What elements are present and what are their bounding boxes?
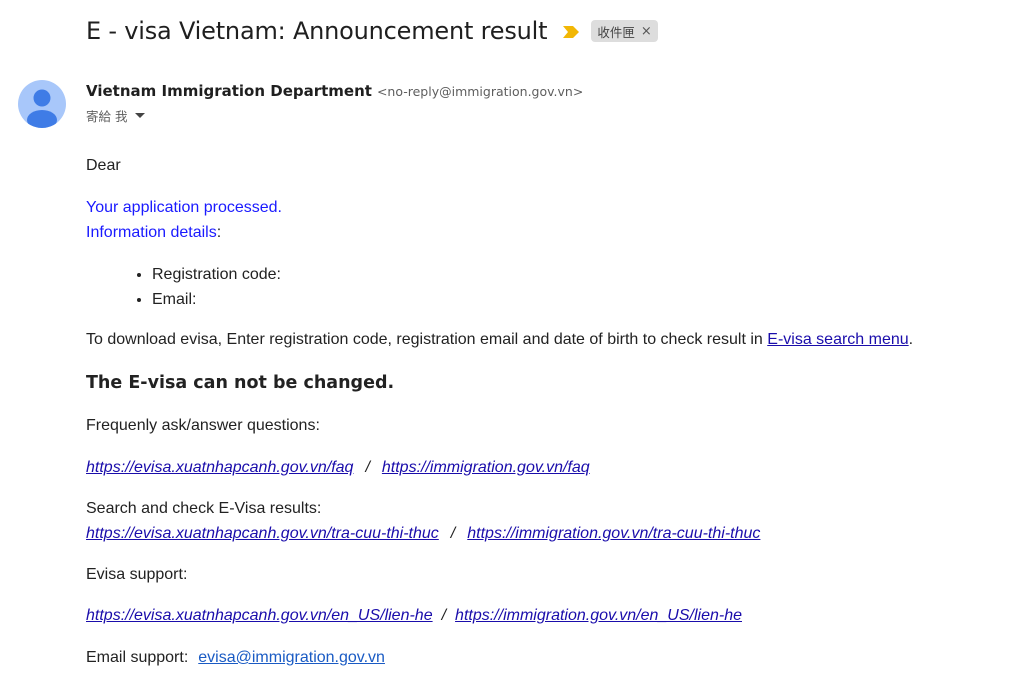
- search-link-immigration[interactable]: https://immigration.gov.vn/tra-cuu-thi-t…: [467, 525, 760, 542]
- search-links: https://evisa.xuatnhapcanh.gov.vn/tra-cu…: [86, 521, 760, 546]
- support-link-xuatnhapcanh[interactable]: https://evisa.xuatnhapcanh.gov.vn/en_US/…: [86, 607, 433, 624]
- email-support-link[interactable]: evisa@immigration.gov.vn: [198, 649, 385, 666]
- email-support-line: Email support: evisa@immigration.gov.vn: [86, 645, 385, 670]
- warning-heading: The E-visa can not be changed.: [86, 373, 395, 393]
- inbox-label-chip[interactable]: 收件匣 ×: [591, 20, 658, 42]
- greeting: Dear: [86, 157, 121, 174]
- remove-label-icon[interactable]: ×: [641, 24, 652, 39]
- search-link-xuatnhapcanh[interactable]: https://evisa.xuatnhapcanh.gov.vn/tra-cu…: [86, 525, 439, 542]
- faq-links: https://evisa.xuatnhapcanh.gov.vn/faq / ht…: [86, 455, 590, 480]
- link-separator: /: [365, 459, 370, 476]
- sender-name[interactable]: Vietnam Immigration Department: [86, 82, 372, 100]
- sender-email: <no-reply@immigration.gov.vn>: [376, 84, 584, 99]
- sender-avatar[interactable]: [18, 80, 66, 128]
- importance-marker-icon[interactable]: [563, 25, 580, 38]
- list-item: Registration code:: [152, 262, 281, 287]
- support-link-immigration[interactable]: https://immigration.gov.vn/en_US/lien-he: [455, 607, 742, 624]
- download-text: To download evisa, Enter registration co…: [86, 331, 768, 348]
- search-label: Search and check E-Visa results:: [86, 500, 322, 517]
- recipient-line: 寄給 我: [86, 106, 583, 125]
- details-list: Registration code: Email:: [132, 262, 281, 312]
- inbox-label-text: 收件匣: [597, 24, 635, 40]
- download-instructions: To download evisa, Enter registration co…: [86, 327, 913, 352]
- info-details-label: Information details: [86, 224, 217, 241]
- faq-link-immigration[interactable]: https://immigration.gov.vn/faq: [382, 459, 590, 476]
- faq-link-xuatnhapcanh[interactable]: https://evisa.xuatnhapcanh.gov.vn/faq: [86, 459, 353, 476]
- download-end: .: [908, 331, 914, 348]
- subject-row: E - visa Vietnam: Announcement result 收件…: [86, 14, 658, 48]
- person-icon: [27, 89, 57, 128]
- sender-line: Vietnam Immigration Department <no-reply…: [86, 82, 583, 100]
- support-label: Evisa support:: [86, 566, 188, 583]
- recipient-details-dropdown-icon[interactable]: [135, 113, 146, 118]
- support-links: https://evisa.xuatnhapcanh.gov.vn/en_US/…: [86, 603, 742, 628]
- info-details-colon: :: [216, 224, 222, 241]
- email-subject: E - visa Vietnam: Announcement result: [86, 17, 548, 45]
- sender-block: Vietnam Immigration Department <no-reply…: [86, 82, 583, 125]
- info-details-line: Information details:: [86, 220, 221, 245]
- faq-label: Frequenly ask/answer questions:: [86, 417, 320, 434]
- link-separator: /: [441, 607, 447, 624]
- recipient-text: 寄給 我: [86, 109, 128, 124]
- email-support-label: Email support:: [86, 649, 189, 666]
- list-item: Email:: [152, 287, 281, 312]
- processed-text: Your application processed.: [86, 199, 282, 216]
- link-separator: /: [450, 525, 456, 542]
- evisa-search-menu-link[interactable]: E-visa search menu: [767, 331, 908, 348]
